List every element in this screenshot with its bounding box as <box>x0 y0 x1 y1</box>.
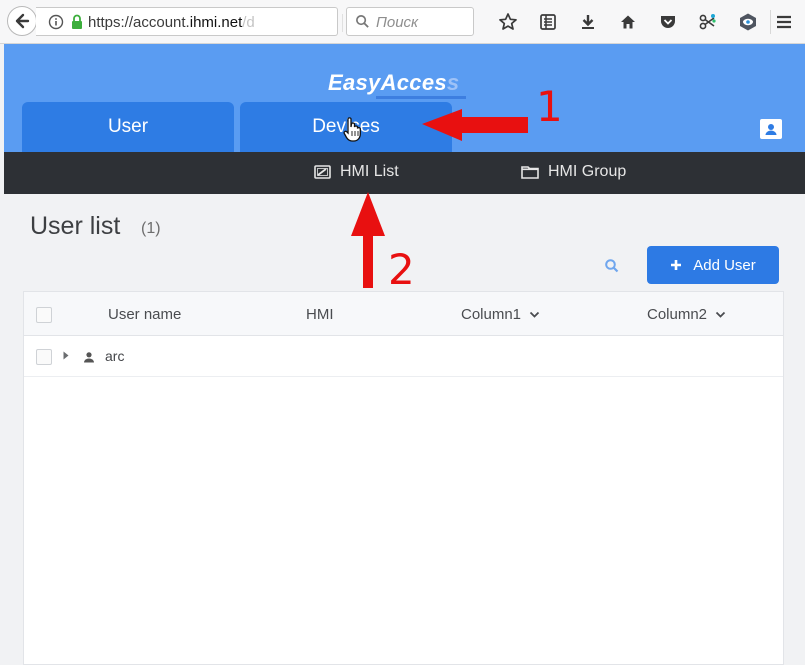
reader-list-icon <box>540 14 556 30</box>
app-logo: EasyAccess <box>328 70 460 95</box>
user-icon <box>84 352 94 363</box>
folder-icon <box>521 166 539 179</box>
expand-caret-icon[interactable] <box>63 351 69 360</box>
subnav-hmi-group-label: HMI Group <box>548 163 627 180</box>
chevron-down-icon <box>529 311 540 318</box>
column-header-hmi[interactable]: HMI <box>306 306 334 323</box>
logo-underline <box>376 96 466 99</box>
search-icon <box>356 15 369 28</box>
user-count: (1) <box>141 220 161 237</box>
hamburger-menu-icon <box>776 15 791 29</box>
pocket-icon <box>661 16 675 28</box>
chevron-down-icon <box>715 311 726 318</box>
profile-button[interactable] <box>760 119 782 139</box>
star-icon <box>499 13 517 30</box>
search-placeholder: Поиск <box>376 14 419 31</box>
info-icon[interactable] <box>48 14 64 30</box>
row-checkbox[interactable] <box>36 349 52 365</box>
downloads-button[interactable] <box>568 10 608 34</box>
column-header-column2[interactable]: Column2 <box>647 306 726 323</box>
extension-eye-button[interactable] <box>728 10 768 34</box>
subnav-hmi-list[interactable]: HMI List <box>314 163 399 181</box>
subnav-hmi-list-label: HMI List <box>340 163 399 180</box>
table-header: User name HMI Column1 Column2 <box>24 292 783 336</box>
table-row[interactable]: arc <box>24 336 783 377</box>
screenshot-frame: https://account.ihmi.net/d Поиск EasyAcc… <box>0 0 805 665</box>
toolbar-icons <box>488 10 768 34</box>
plus-icon <box>671 260 682 270</box>
user-search-button[interactable] <box>604 258 620 274</box>
bookmark-star-button[interactable] <box>488 10 528 34</box>
url-text: https://account.ihmi.net/d <box>88 14 255 31</box>
sub-navigation: HMI List HMI Group <box>4 152 805 194</box>
row-user-name: arc <box>105 348 125 364</box>
home-button[interactable] <box>608 10 648 34</box>
page-title: User list <box>30 212 121 240</box>
tab-user[interactable]: User <box>22 102 234 152</box>
pocket-button[interactable] <box>648 10 688 34</box>
home-icon <box>621 15 635 29</box>
eye-icon <box>740 13 756 31</box>
url-bar[interactable]: https://account.ihmi.net/d <box>36 7 361 36</box>
add-user-label: Add User <box>693 256 756 274</box>
annotation-arrow-2 <box>351 192 385 288</box>
back-button[interactable] <box>7 6 37 36</box>
download-icon <box>582 15 594 29</box>
app-header: EasyAccess User Devices <box>4 44 805 152</box>
screenshot-tool-button[interactable] <box>688 10 728 34</box>
tab-devices-label: Devices <box>312 116 380 137</box>
subnav-hmi-group[interactable]: HMI Group <box>521 163 626 181</box>
column-header-user-name[interactable]: User name <box>108 306 181 323</box>
lock-icon <box>72 14 82 29</box>
column-header-column1[interactable]: Column1 <box>461 306 540 323</box>
scissors-icon <box>699 14 716 30</box>
url-security-icons <box>48 14 84 30</box>
select-all-checkbox[interactable] <box>36 307 52 323</box>
browser-menu-button[interactable] <box>770 10 796 34</box>
browser-search-field[interactable]: Поиск <box>346 7 474 36</box>
hmi-screen-icon <box>314 165 331 179</box>
user-table: User name HMI Column1 Column2 arc <box>23 291 784 665</box>
user-profile-icon <box>765 124 777 135</box>
add-user-button[interactable]: Add User <box>647 246 779 284</box>
back-arrow-icon <box>15 13 30 29</box>
tab-user-label: User <box>107 116 149 137</box>
browser-toolbar: https://account.ihmi.net/d Поиск <box>0 0 805 44</box>
tab-devices[interactable]: Devices <box>240 102 452 152</box>
reader-view-button[interactable] <box>528 10 568 34</box>
search-icon <box>605 259 619 273</box>
annotation-label-2: 2 <box>388 245 415 294</box>
